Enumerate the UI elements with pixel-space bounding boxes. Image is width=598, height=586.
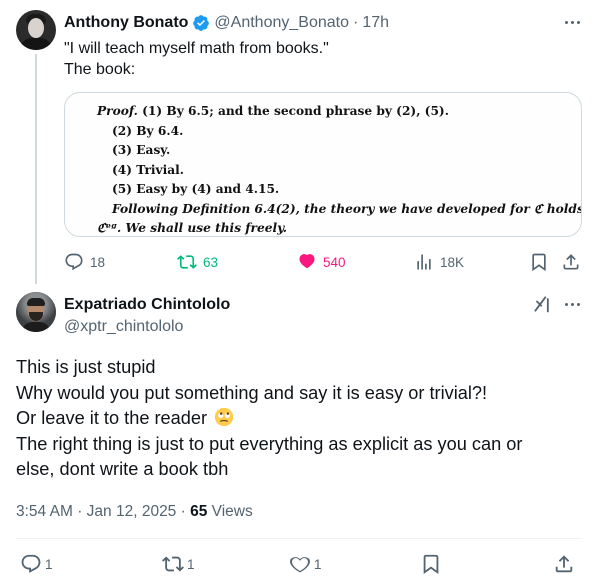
tweet-text-line: Or leave it to the reader bbox=[16, 406, 582, 432]
repost-button[interactable]: 63 bbox=[177, 248, 218, 276]
proof-line: Following Definition 6.4(2), the theory … bbox=[112, 201, 582, 216]
repost-icon bbox=[177, 255, 197, 269]
parent-tweet-actions: 18 63 540 18K bbox=[64, 248, 584, 276]
repost-count: 1 bbox=[187, 556, 195, 572]
like-button[interactable]: 540 bbox=[297, 248, 346, 276]
proof-text-image: Proof. (1) By 6.5; and the second phrase… bbox=[97, 102, 582, 236]
tweet-image[interactable]: Proof. (1) By 6.5; and the second phrase… bbox=[64, 92, 582, 237]
grok-icon[interactable] bbox=[531, 294, 553, 314]
more-options-icon[interactable] bbox=[560, 12, 584, 32]
separator-dot: · bbox=[180, 503, 186, 520]
tweet-date[interactable]: Jan 12, 2025 bbox=[87, 503, 177, 520]
parent-tweet-header: Anthony Bonato @Anthony_Bonato · 17h bbox=[64, 13, 389, 33]
thread-connector-line bbox=[35, 54, 37, 284]
like-button[interactable]: 1 bbox=[289, 550, 322, 578]
bookmark-icon bbox=[532, 253, 546, 272]
like-count: 540 bbox=[323, 254, 346, 270]
tweet-text-line: This is just stupid bbox=[16, 357, 156, 377]
more-options-icon[interactable] bbox=[560, 294, 584, 314]
proof-line: (1) By 6.5; and the second phrase by (2)… bbox=[137, 104, 449, 118]
bookmark-icon bbox=[423, 554, 439, 575]
heart-filled-icon bbox=[299, 254, 315, 269]
reply-button[interactable]: 1 bbox=[20, 550, 53, 578]
share-button[interactable] bbox=[561, 248, 587, 276]
tweet-text: "I will teach myself math from books." T… bbox=[64, 38, 564, 80]
proof-label: Proof. bbox=[97, 104, 138, 118]
divider bbox=[16, 538, 582, 539]
views-chart-icon bbox=[417, 254, 431, 270]
views-label: Views bbox=[211, 503, 253, 520]
tweet-metadata: 3:54 AM · Jan 12, 2025 · 65 Views bbox=[16, 503, 253, 521]
author-handle[interactable]: @xptr_chintololo bbox=[64, 318, 183, 336]
tweet-text-line: "I will teach myself math from books." bbox=[64, 40, 329, 57]
tweet-text-line: Why would you put something and say it i… bbox=[16, 382, 488, 403]
share-icon bbox=[563, 254, 579, 270]
tweet-text-line: The book: bbox=[64, 61, 136, 78]
proof-line: (3) Easy. bbox=[112, 143, 171, 157]
proof-line: (4) Trivial. bbox=[112, 162, 184, 177]
repost-button[interactable]: 1 bbox=[162, 550, 195, 578]
verified-badge-icon bbox=[193, 15, 210, 31]
repost-icon bbox=[162, 556, 184, 572]
views-count[interactable]: 65 bbox=[190, 503, 207, 520]
like-count: 1 bbox=[314, 556, 322, 572]
share-icon bbox=[555, 555, 573, 573]
tweet-time[interactable]: 3:54 AM bbox=[16, 503, 73, 520]
separator-dot: · bbox=[77, 503, 83, 520]
tweet-text-line: The right thing is just to put everythin… bbox=[16, 433, 523, 454]
avatar[interactable] bbox=[16, 10, 56, 50]
separator-dot: · bbox=[352, 14, 359, 31]
views-button[interactable]: 18K bbox=[414, 248, 464, 276]
proof-line: ℭᵉᵍ. We shall use this freely. bbox=[97, 221, 288, 235]
proof-line: (2) By 6.4. bbox=[112, 123, 184, 138]
reply-tweet-actions: 1 1 1 bbox=[16, 550, 582, 578]
reply-count: 18 bbox=[90, 254, 106, 270]
rolling-eyes-emoji-icon bbox=[214, 407, 234, 427]
proof-line: (5) Easy by (4) and 4.15. bbox=[112, 182, 280, 196]
bookmark-button[interactable] bbox=[420, 550, 445, 578]
reply-icon bbox=[65, 253, 83, 271]
reply-tweet-text: This is just stupid Why would you put so… bbox=[16, 355, 582, 483]
tweet-text-line: else, dont write a book tbh bbox=[16, 459, 229, 479]
views-count: 18K bbox=[440, 254, 465, 270]
repost-count: 63 bbox=[203, 254, 219, 270]
author-name[interactable]: Expatriado Chintololo bbox=[64, 296, 230, 314]
timestamp[interactable]: 17h bbox=[362, 14, 389, 32]
avatar[interactable] bbox=[16, 292, 56, 332]
heart-icon bbox=[290, 557, 310, 573]
reply-count: 1 bbox=[45, 556, 53, 572]
author-name[interactable]: Anthony Bonato bbox=[64, 14, 188, 32]
reply-icon bbox=[21, 554, 41, 573]
author-handle[interactable]: @Anthony_Bonato bbox=[214, 14, 349, 32]
reply-button[interactable]: 18 bbox=[64, 248, 105, 276]
tweet-text-span: Or leave it to the reader bbox=[16, 408, 208, 428]
bookmark-button[interactable] bbox=[529, 248, 555, 276]
share-button[interactable] bbox=[553, 550, 578, 578]
